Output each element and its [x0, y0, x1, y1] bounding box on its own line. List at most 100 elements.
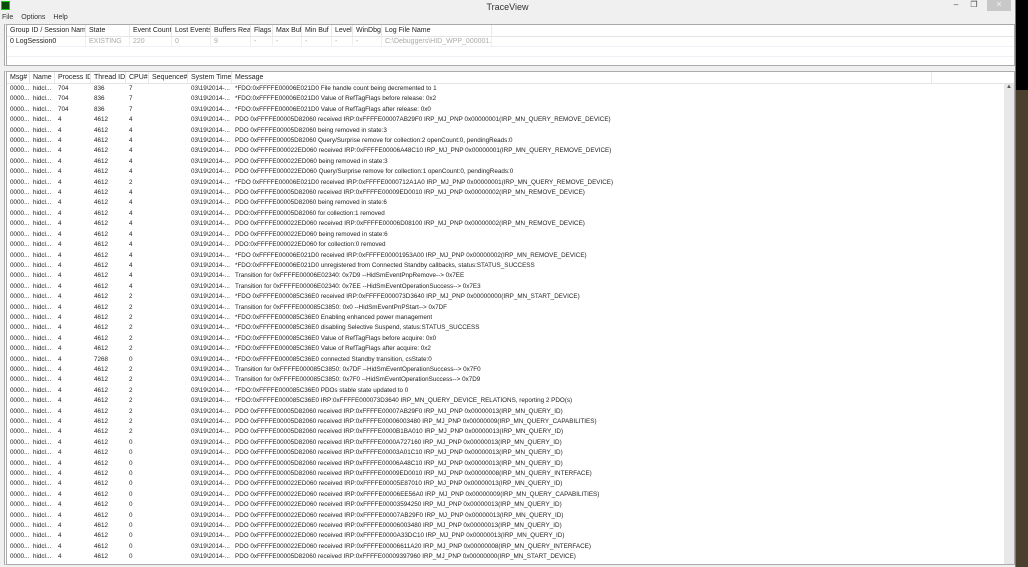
trace-row[interactable]: 0000... hidcl... 4 4612 2 03\19\2014-... *FDO:…	[7, 396, 1014, 406]
trace-cell: 03\19\2014-...	[191, 105, 230, 113]
trace-row[interactable]: 0000... hidcl... 4 4612 4 03\19\2014-... PDO 0…	[7, 136, 1014, 146]
session-column-header[interactable]: Log File Name	[382, 25, 492, 36]
session-column-header[interactable]: Lost Events	[172, 25, 211, 36]
trace-cell	[149, 407, 188, 417]
trace-row[interactable]: 0000... hidcl... 4 4612 4 03\19\2014-... *FDO:…	[7, 261, 1014, 271]
trace-row[interactable]: 0000... hidcl... 4 4612 0 03\19\2014-... PDO 0…	[7, 542, 1014, 552]
trace-cell: 0000...	[10, 199, 30, 207]
restore-button[interactable]: ❐	[967, 0, 981, 11]
trace-cell: 0000...	[10, 209, 30, 217]
session-column-header[interactable]: State	[86, 25, 130, 36]
trace-row[interactable]: 0000... hidcl... 704 836 7 03\19\2014-... *FDO…	[7, 94, 1014, 104]
trace-row[interactable]: 0000... hidcl... 4 4612 2 03\19\2014-... *FDO:…	[7, 313, 1014, 323]
trace-column-header[interactable]: Thread ID	[91, 72, 126, 83]
trace-row[interactable]: 0000... hidcl... 704 836 7 03\19\2014-... *FDO…	[7, 84, 1014, 94]
scroll-up-arrow-icon[interactable]: ▲	[1004, 84, 1014, 94]
trace-column-header[interactable]: Msg#	[7, 72, 30, 83]
session-column-header[interactable]: Buffers Read	[211, 25, 251, 36]
trace-row[interactable]: 0000... hidcl... 4 4612 2 03\19\2014-... PDO 0…	[7, 417, 1014, 427]
trace-cell: PDO 0xFFFFE00005D82060 received IRP:0xFF…	[235, 438, 562, 446]
trace-cell: 4	[129, 137, 133, 145]
trace-row[interactable]: 0000... hidcl... 4 4612 2 03\19\2014-... PDO 0…	[7, 407, 1014, 417]
trace-row[interactable]: 0000... hidcl... 4 4612 4 03\19\2014-... PDO:0…	[7, 209, 1014, 219]
trace-row[interactable]: 0000... hidcl... 4 4612 0 03\19\2014-... PDO 0…	[7, 448, 1014, 458]
menu-help[interactable]: Help	[53, 13, 67, 23]
trace-row[interactable]: 0000... hidcl... 4 4612 4 03\19\2014-... Trans…	[7, 282, 1014, 292]
trace-cell: 4612	[94, 522, 109, 530]
trace-row[interactable]: 0000... hidcl... 4 4612 0 03\19\2014-... PDO 0…	[7, 500, 1014, 510]
trace-row[interactable]: 0000... hidcl... 4 4612 4 03\19\2014-... PDO 0…	[7, 188, 1014, 198]
trace-column-header[interactable]: Sequence#	[149, 72, 188, 83]
trace-row[interactable]: 0000... hidcl... 704 836 7 03\19\2014-... *FDO…	[7, 105, 1014, 115]
trace-column-header[interactable]: System Time	[188, 72, 232, 83]
trace-cell: PDO 0xFFFFE000022ED060 received IRP:0xFF…	[235, 532, 565, 540]
vertical-scrollbar[interactable]: ▲	[1004, 84, 1014, 564]
menu-options[interactable]: Options	[21, 13, 45, 23]
trace-row[interactable]: 0000... hidcl... 4 4612 2 03\19\2014-... Trans…	[7, 303, 1014, 313]
trace-row[interactable]: 0000... hidcl... 4 4612 0 03\19\2014-... PDO 0…	[7, 552, 1014, 562]
trace-row[interactable]: 0000... hidcl... 4 7268 0 03\19\2014-... *FDO:…	[7, 355, 1014, 365]
trace-row[interactable]: 0000... hidcl... 4 4612 0 03\19\2014-... PDO 0…	[7, 511, 1014, 521]
trace-cell: 4612	[94, 376, 109, 384]
session-column-header[interactable]: WinDbg	[353, 25, 382, 36]
trace-row[interactable]: 0000... hidcl... 4 4612 4 03\19\2014-... PDO 0…	[7, 167, 1014, 177]
trace-cell: hidcl...	[33, 157, 52, 165]
session-column-header[interactable]: Min Buf	[302, 25, 332, 36]
close-button[interactable]: ✕	[987, 0, 1011, 11]
desktop-background	[1016, 90, 1028, 567]
trace-row[interactable]: 0000... hidcl... 4 4612 4 03\19\2014-... *FDO …	[7, 251, 1014, 261]
trace-row[interactable]: 0000... hidcl... 4 4612 2 03\19\2014-... Trans…	[7, 365, 1014, 375]
trace-cell: 836	[94, 95, 105, 103]
session-column-header[interactable]: Level	[332, 25, 353, 36]
trace-row[interactable]: 0000... hidcl... 4 4612 4 03\19\2014-... PDO 0…	[7, 198, 1014, 208]
trace-row[interactable]: 0000... hidcl... 4 4612 2 03\19\2014-... *FDO:…	[7, 386, 1014, 396]
trace-cell: 4	[58, 397, 62, 405]
trace-column-header[interactable]: Name	[30, 72, 55, 83]
trace-row[interactable]: 0000... hidcl... 4 4612 0 03\19\2014-... PDO 0…	[7, 459, 1014, 469]
trace-row[interactable]: 0000... hidcl... 4 4612 4 03\19\2014-... PDO 0…	[7, 157, 1014, 167]
trace-cell: hidcl...	[33, 428, 52, 436]
session-row[interactable]: 0 LogSession0 EXISTING 220 0 9- - - - - C:\Debugg…	[7, 37, 1014, 47]
session-column-header[interactable]: Event Count	[130, 25, 172, 36]
trace-row[interactable]: 0000... hidcl... 4 4612 0 03\19\2014-... PDO 0…	[7, 479, 1014, 489]
trace-row[interactable]: 0000... hidcl... 4 4612 2 03\19\2014-... *FDO:…	[7, 344, 1014, 354]
trace-cell: 03\19\2014-...	[191, 438, 230, 446]
trace-cell: 03\19\2014-...	[191, 178, 230, 186]
trace-cell: 0000...	[10, 470, 30, 478]
trace-cell: 0000...	[10, 261, 30, 269]
trace-cell: 4	[58, 261, 62, 269]
trace-row[interactable]: 0000... hidcl... 4 4612 4 03\19\2014-... Trans…	[7, 271, 1014, 281]
session-column-header[interactable]: Max Buf	[273, 25, 302, 36]
trace-cell	[149, 136, 188, 146]
trace-cell: 4612	[94, 490, 109, 498]
trace-cell: 03\19\2014-...	[191, 241, 230, 249]
trace-row[interactable]: 0000... hidcl... 4 4612 2 03\19\2014-... *FDO …	[7, 292, 1014, 302]
trace-column-header[interactable]: Process ID	[55, 72, 91, 83]
trace-row[interactable]: 0000... hidcl... 4 4612 0 03\19\2014-... PDO 0…	[7, 531, 1014, 541]
trace-row[interactable]: 0000... hidcl... 4 4612 4 03\19\2014-... PDO 0…	[7, 126, 1014, 136]
trace-row[interactable]: 0000... hidcl... 4 4612 2 03\19\2014-... PDO 0…	[7, 427, 1014, 437]
trace-row[interactable]: 0000... hidcl... 4 4612 4 03\19\2014-... PDO 0…	[7, 115, 1014, 125]
trace-row[interactable]: 0000... hidcl... 4 4612 4 03\19\2014-... PDO 0…	[7, 230, 1014, 240]
trace-row[interactable]: 0000... hidcl... 4 4612 0 03\19\2014-... PDO 0…	[7, 438, 1014, 448]
trace-cell: 0000...	[10, 126, 30, 134]
trace-row[interactable]: 0000... hidcl... 4 4612 0 03\19\2014-... PDO 0…	[7, 469, 1014, 479]
trace-row[interactable]: 0000... hidcl... 4 4612 2 03\19\2014-... *FDO:…	[7, 323, 1014, 333]
trace-column-header[interactable]: CPU#	[126, 72, 149, 83]
session-column-header[interactable]: Group ID / Session Name	[7, 25, 86, 36]
trace-row[interactable]: 0000... hidcl... 4 4612 0 03\19\2014-... PDO 0…	[7, 490, 1014, 500]
trace-row[interactable]: 0000... hidcl... 4 4612 4 03\19\2014-... PDO 0…	[7, 146, 1014, 156]
trace-cell: 4612	[94, 542, 109, 550]
trace-cell: 4612	[94, 230, 109, 238]
menu-file[interactable]: File	[2, 13, 13, 23]
trace-row[interactable]: 0000... hidcl... 4 4612 2 03\19\2014-... Trans…	[7, 375, 1014, 385]
trace-cell: 0	[129, 511, 133, 519]
trace-row[interactable]: 0000... hidcl... 4 4612 4 03\19\2014-... PDO:0…	[7, 240, 1014, 250]
trace-row[interactable]: 0000... hidcl... 4 4612 2 03\19\2014-... *FDO:…	[7, 334, 1014, 344]
trace-row[interactable]: 0000... hidcl... 4 4612 2 03\19\2014-... *FDO …	[7, 178, 1014, 188]
trace-column-header[interactable]: Message	[232, 72, 932, 83]
minimize-button[interactable]: –	[949, 0, 963, 11]
session-column-header[interactable]: Flags	[251, 25, 273, 36]
trace-row[interactable]: 0000... hidcl... 4 4612 0 03\19\2014-... PDO 0…	[7, 521, 1014, 531]
trace-row[interactable]: 0000... hidcl... 4 4612 4 03\19\2014-... PDO 0…	[7, 219, 1014, 229]
